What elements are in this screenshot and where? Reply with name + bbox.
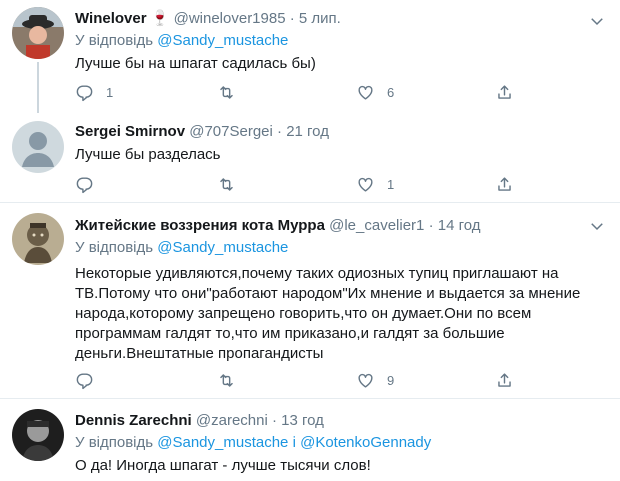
like-count: 6 [387,84,395,100]
mention-link[interactable]: @Sandy_mustache [157,434,288,451]
tweet-header: Dennis Zarechni @zarechni · 13 год [75,411,608,431]
action-bar: 1 6 [75,81,535,103]
tweet-sergei[interactable]: Sergei Smirnov @707Sergei · 21 год Лучше… [0,113,620,202]
like-icon [358,373,373,388]
separator-dot: · [289,10,295,27]
user-handle[interactable]: @winelover1985 [174,10,286,27]
chevron-down-icon[interactable] [588,217,606,235]
reply-button[interactable] [75,173,106,195]
reply-icon [76,372,93,389]
tweet-text: Лучше бы на шпагат садилась бы) [75,55,316,72]
tweet-winelover[interactable]: Winelover 🍷 @winelover1985 · 5 лип. У ві… [0,0,620,113]
like-count: 9 [387,372,395,388]
retweet-button[interactable] [217,369,248,391]
like-button[interactable]: 6 [356,81,394,103]
tweet-text-line: народа,которому запрещено говорить,что о… [75,305,532,322]
tweet-text: Некоторые удивляются,почему таких одиозн… [75,264,608,364]
share-button[interactable] [495,173,514,195]
tweet-text-line: Некоторые удивляются,почему таких одиозн… [75,265,559,282]
reply-icon [76,176,93,193]
retweet-button[interactable] [217,81,248,103]
separator-dot: · [271,412,277,429]
tweet-text-line: ТВ.Потому что они"работают народом"Их мн… [75,285,581,302]
reply-context: У відповідь @Sandy_mustache і @KotenkoGe… [75,433,608,453]
tweet-header: Житейские воззрения кота Мурра @le_cavel… [75,216,608,236]
retweet-icon [220,177,233,191]
reply-context: У відповідь @Sandy_mustache [75,238,608,258]
reply-icon [76,84,93,101]
separator-dot: · [277,123,283,140]
mention-link[interactable]: @Sandy_mustache [157,239,288,256]
user-handle[interactable]: @707Sergei [189,123,273,140]
display-name[interactable]: Dennis Zarechni [75,412,192,429]
retweet-icon [220,85,233,99]
action-bar: 9 [75,369,535,391]
user-handle[interactable]: @zarechni [196,412,268,429]
tweet-murr[interactable]: Житейские воззрения кота Мурра @le_cavel… [0,203,620,398]
thread-line [37,62,39,113]
tweet-text: Лучше бы разделась [75,146,221,163]
retweet-icon [220,373,233,387]
reply-prefix: У відповідь [75,239,154,256]
share-button[interactable] [495,81,514,103]
like-count: 1 [387,176,395,192]
avatar[interactable] [12,7,64,59]
like-button[interactable]: 1 [356,173,394,195]
reply-prefix: У відповідь [75,434,154,451]
share-icon [498,84,511,99]
tweet-text: О да! Иногда шпагат - лучше тысячи слов! [75,457,371,474]
separator-dot: · [428,217,434,234]
timestamp[interactable]: 14 год [438,217,481,234]
action-bar: 1 [75,173,535,195]
retweet-button[interactable] [217,173,248,195]
reply-prefix: У відповідь [75,32,154,49]
timestamp[interactable]: 21 год [286,123,329,140]
like-icon [358,177,373,192]
avatar[interactable] [12,213,64,265]
mention-joiner: і [292,434,296,451]
tweet-text-line: деньги.Внештатные пропагандисты [75,345,324,362]
like-button[interactable]: 9 [356,369,394,391]
reply-button[interactable] [75,369,106,391]
tweet-header: Winelover 🍷 @winelover1985 · 5 лип. [75,9,608,29]
share-button[interactable] [495,369,514,391]
mention-link[interactable]: @Sandy_mustache [157,32,288,49]
tweet-header: Sergei Smirnov @707Sergei · 21 год [75,122,608,142]
reply-count: 1 [106,84,114,100]
display-name[interactable]: Sergei Smirnov [75,123,185,140]
share-icon [498,372,511,387]
display-name[interactable]: Житейские воззрения кота Мурра [75,217,325,234]
wine-glass-icon: 🍷 [150,10,170,27]
display-name[interactable]: Winelover [75,10,147,27]
mention-link[interactable]: @KotenkoGennady [300,434,431,451]
avatar[interactable] [12,121,64,173]
reply-button[interactable]: 1 [75,81,113,103]
tweet-dennis[interactable]: Dennis Zarechni @zarechni · 13 год У від… [0,399,620,481]
tweet-text-line: программам галдят то,что им приказано,и … [75,325,505,342]
reply-context: У відповідь @Sandy_mustache [75,31,608,51]
user-handle[interactable]: @le_cavelier1 [329,217,424,234]
like-icon [358,85,373,100]
timestamp[interactable]: 5 лип. [299,10,341,27]
chevron-down-icon[interactable] [588,12,606,30]
share-icon [498,176,511,191]
avatar[interactable] [12,409,64,461]
timestamp[interactable]: 13 год [281,412,324,429]
